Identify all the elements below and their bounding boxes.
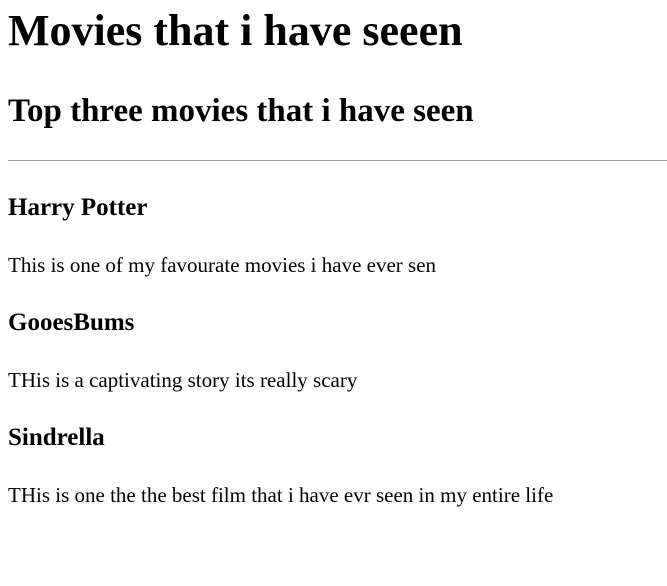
movie-title-gooesbums: GooesBums bbox=[8, 309, 135, 336]
page-subtitle: Top three movies that i have seen bbox=[8, 93, 474, 129]
movie-title-sindrella: Sindrella bbox=[8, 424, 105, 451]
movie-description-harry-potter: This is one of my favourate movies i hav… bbox=[8, 253, 437, 277]
movie-description-gooesbums: THis is a captivating story its really s… bbox=[8, 368, 358, 392]
page-title: Movies that i have seeen bbox=[8, 6, 463, 55]
movie-title-harry-potter: Harry Potter bbox=[8, 194, 148, 221]
movie-description-sindrella: THis is one the the best film that i hav… bbox=[8, 483, 554, 507]
divider bbox=[8, 160, 667, 161]
